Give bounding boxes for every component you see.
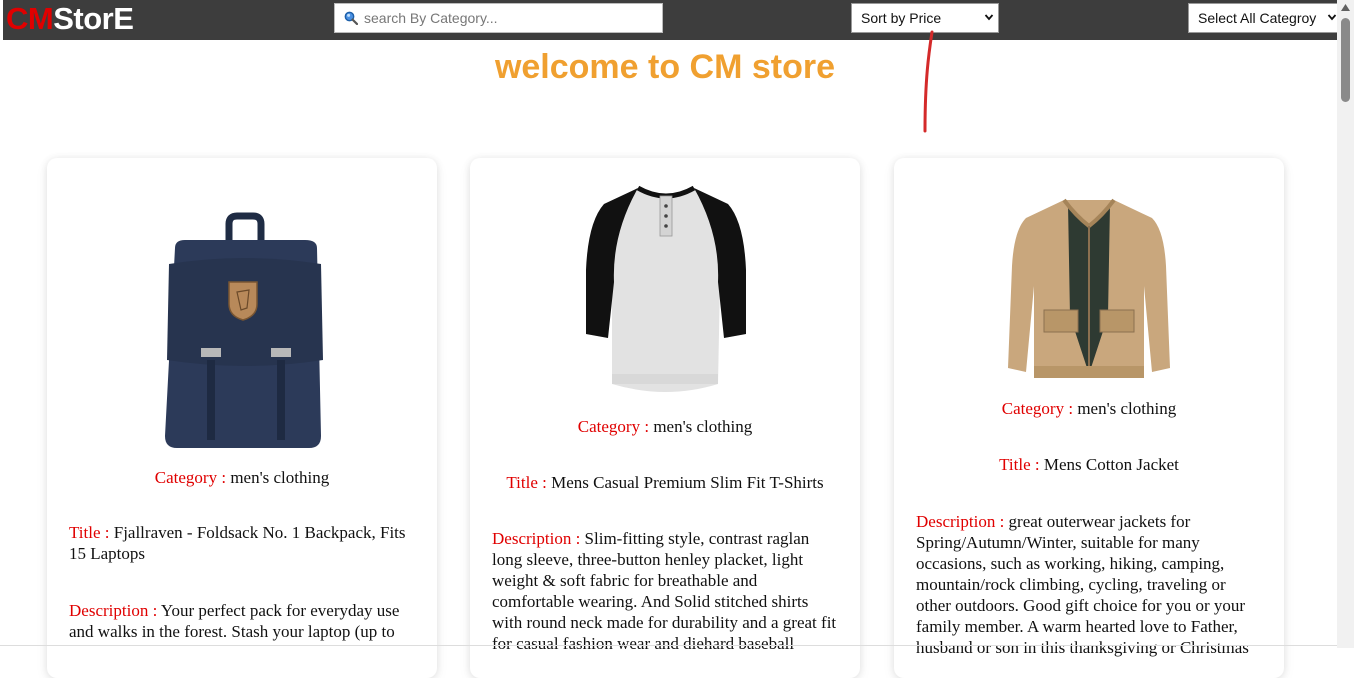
category-select[interactable]: Select All Categroy	[1188, 3, 1342, 33]
search-box[interactable]	[334, 3, 663, 33]
product-card[interactable]: Category : men's clothing Title : Mens C…	[470, 158, 860, 678]
product-description: Description : Your perfect pack for ever…	[69, 600, 415, 642]
description-label: Description :	[69, 601, 161, 620]
description-value: great outerwear jackets for Spring/Autum…	[916, 512, 1249, 657]
navbar: CMStorE	[3, 0, 1337, 40]
category-select-value: Select All Categroy	[1198, 10, 1317, 26]
product-card[interactable]: Category : men's clothing Title : Mens C…	[894, 158, 1284, 678]
scrollbar[interactable]	[1337, 0, 1354, 648]
title-label: Title :	[506, 473, 552, 492]
product-card[interactable]: Category : men's clothing Title : Fjallr…	[47, 158, 437, 678]
scrollbar-thumb[interactable]	[1341, 18, 1350, 102]
title-value: Fjallraven - Foldsack No. 1 Backpack, Fi…	[69, 523, 406, 563]
category-value: men's clothing	[230, 468, 330, 487]
brand-suffix: StorE	[53, 1, 134, 36]
category-value: men's clothing	[653, 417, 753, 436]
title-label: Title :	[999, 455, 1044, 474]
category-label: Category :	[577, 417, 654, 436]
product-title: Title : Fjallraven - Foldsack No. 1 Back…	[69, 522, 415, 564]
title-label: Title :	[69, 523, 114, 542]
product-category: Category : men's clothing	[916, 398, 1262, 419]
scroll-up-icon[interactable]	[1341, 4, 1350, 11]
product-category: Category : men's clothing	[492, 416, 838, 437]
tshirt-image	[586, 185, 746, 392]
brand-prefix: CM	[6, 1, 54, 36]
description-label: Description :	[916, 512, 1009, 531]
product-title: Title : Mens Cotton Jacket	[916, 454, 1262, 475]
category-value: men's clothing	[1077, 399, 1177, 418]
jacket-image	[1008, 198, 1170, 378]
product-title: Title : Mens Casual Premium Slim Fit T-S…	[492, 472, 838, 493]
description-label: Description :	[492, 529, 585, 548]
chevron-down-icon	[1327, 14, 1337, 21]
product-description: Description : Slim-fitting style, contra…	[492, 528, 838, 654]
product-category: Category : men's clothing	[69, 467, 415, 488]
category-label: Category :	[1001, 399, 1078, 418]
chevron-down-icon	[984, 14, 994, 21]
welcome-heading: welcome to CM store	[494, 48, 836, 86]
product-description: Description : great outerwear jackets fo…	[916, 511, 1262, 658]
title-value: Mens Cotton Jacket	[1043, 455, 1179, 474]
divider	[0, 645, 1337, 646]
sort-select-value: Sort by Price	[861, 10, 942, 26]
search-input[interactable]	[364, 10, 644, 26]
search-icon	[344, 11, 358, 25]
sort-select[interactable]: Sort by Price	[851, 3, 999, 33]
category-label: Category :	[154, 468, 231, 487]
backpack-image	[165, 212, 323, 448]
brand-logo[interactable]: CMStorE	[6, 0, 134, 40]
title-value: Mens Casual Premium Slim Fit T-Shirts	[551, 473, 824, 492]
